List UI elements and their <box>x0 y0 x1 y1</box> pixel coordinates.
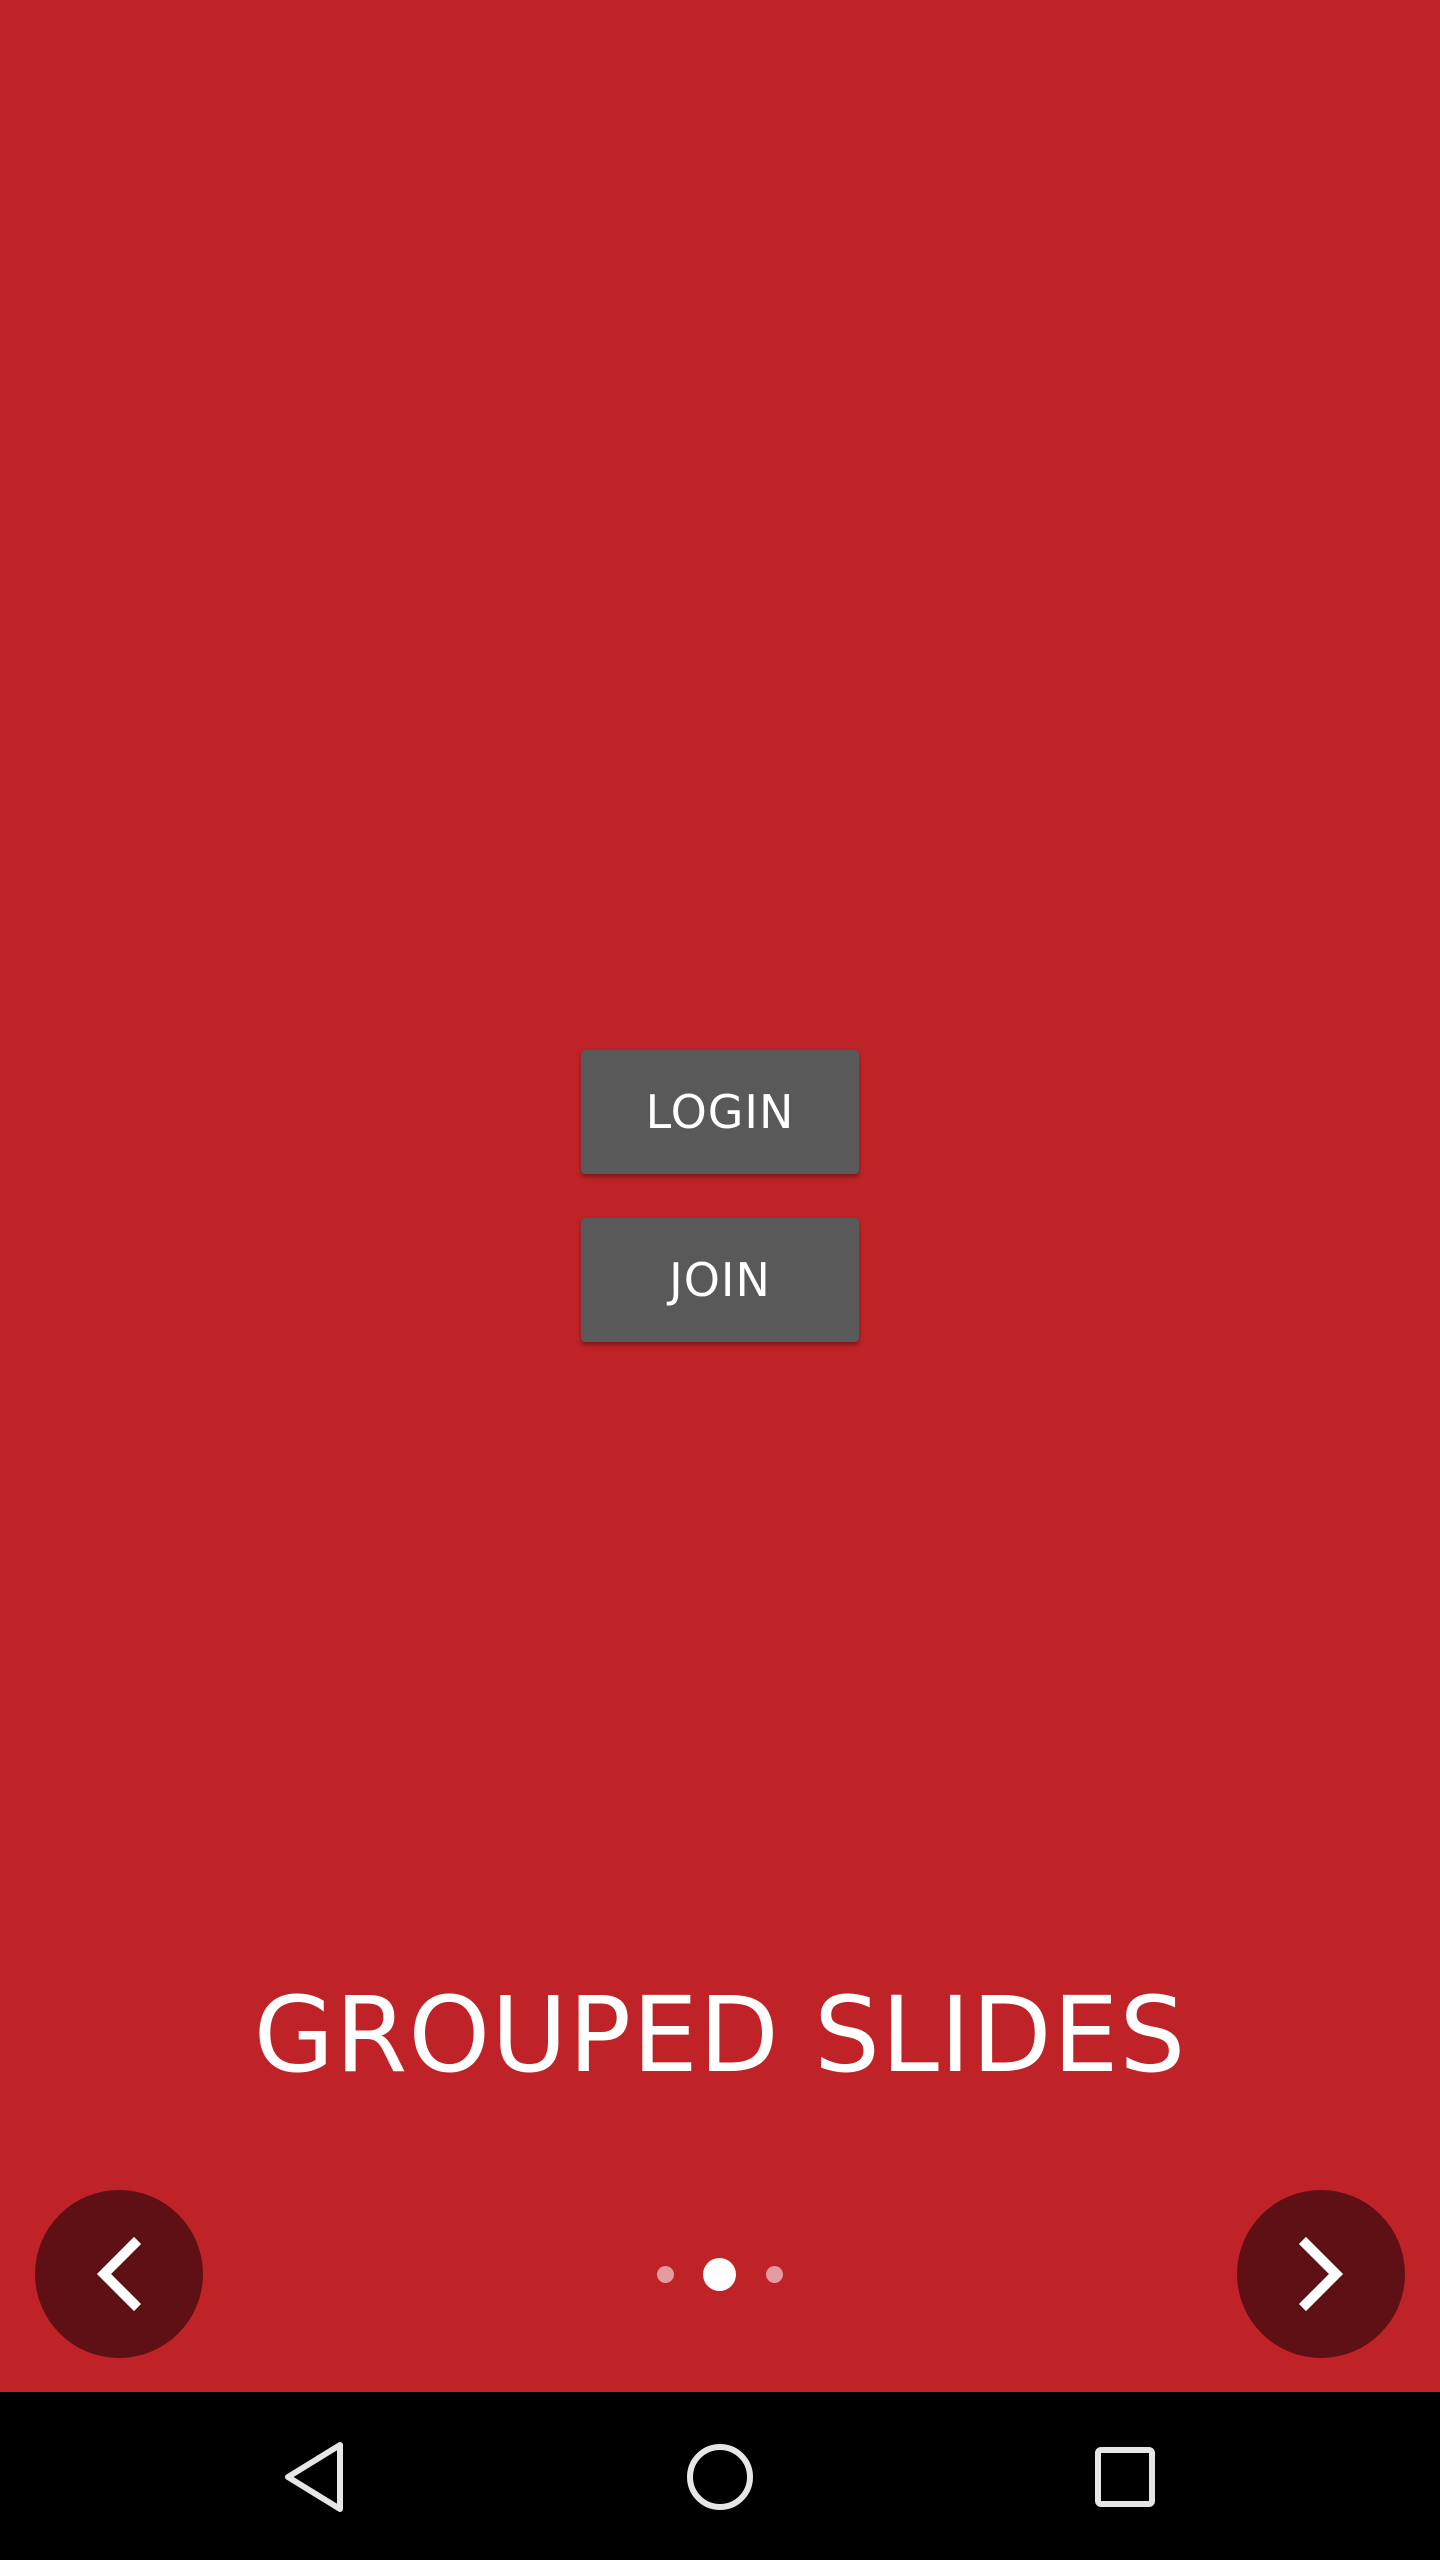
join-button[interactable]: JOIN <box>581 1218 859 1342</box>
recents-square-icon <box>1095 2447 1155 2507</box>
system-recents-button[interactable] <box>1080 2432 1170 2522</box>
home-circle-icon <box>687 2444 753 2510</box>
page-dot-1[interactable] <box>657 2266 674 2283</box>
login-button[interactable]: LOGIN <box>581 1050 859 1174</box>
back-triangle-icon <box>285 2442 343 2512</box>
next-slide-button[interactable] <box>1237 2190 1405 2358</box>
chevron-right-icon <box>1298 2236 1344 2312</box>
intro-slide-screen: LOGIN JOIN GROUPED SLIDES <box>0 0 1440 2392</box>
system-back-button[interactable] <box>270 2432 360 2522</box>
page-dot-2-active[interactable] <box>703 2258 736 2291</box>
page-indicator <box>0 2258 1440 2291</box>
system-navigation-bar <box>0 2392 1440 2560</box>
slide-title: GROUPED SLIDES <box>253 1974 1187 2096</box>
page-dot-3[interactable] <box>766 2266 783 2283</box>
system-home-button[interactable] <box>675 2432 765 2522</box>
